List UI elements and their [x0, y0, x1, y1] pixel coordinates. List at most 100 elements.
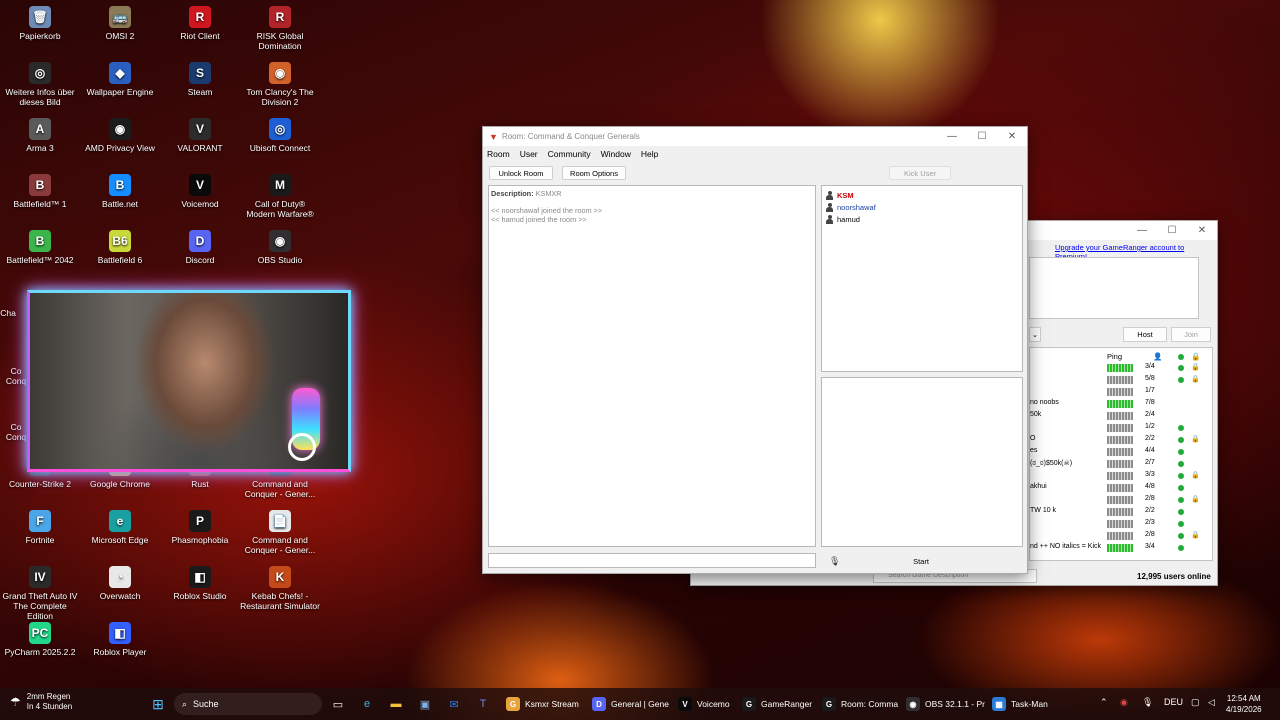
game-row[interactable]: no noobs 7/8 [1030, 398, 1212, 410]
user-row[interactable]: hamud [825, 213, 1019, 225]
room-titlebar[interactable]: ▼ Room: Command & Conquer Generals — ☐ ✕ [483, 127, 1027, 146]
taskbar-app[interactable]: G GameRanger [742, 694, 812, 714]
taskbar-app[interactable]: G Ksmxr Stream [506, 694, 579, 714]
desktop-icon[interactable]: ◆ Wallpaper Engine [80, 62, 160, 97]
microphone-icon[interactable]: 🎙 [829, 556, 840, 567]
tray-mic-icon[interactable]: 🎙 [1142, 697, 1153, 708]
desktop-icon[interactable]: R Riot Client [160, 6, 240, 41]
weather-widget[interactable]: ☂ 2mm Regen In 4 Stunden [10, 692, 72, 712]
desktop-icon[interactable]: P Phasmophobia [160, 510, 240, 545]
game-row[interactable]: 1/7 [1030, 386, 1212, 398]
game-row[interactable]: 2/3 [1030, 518, 1212, 530]
desktop-icon[interactable]: 📄 Command and Conquer - Gener... [240, 510, 320, 555]
kick-user-button[interactable]: Kick User [889, 166, 951, 180]
room-options-button[interactable]: Room Options [562, 166, 626, 180]
menu-help[interactable]: Help [641, 149, 658, 159]
join-button[interactable]: Join [1171, 327, 1211, 342]
chat-input[interactable] [488, 553, 816, 568]
taskbar-app[interactable]: ◉ OBS 32.1.1 - Pr [906, 694, 985, 714]
desktop-icon[interactable]: ◧ Roblox Studio [160, 566, 240, 601]
network-icon[interactable]: ▢ [1191, 697, 1200, 708]
language-indicator[interactable]: DEU [1164, 697, 1183, 707]
desktop-icon[interactable]: K Kebab Chefs! - Restaurant Simulator [240, 566, 320, 611]
desktop-icon[interactable]: ◉ OBS Studio [240, 230, 320, 265]
game-row[interactable]: 2/8 🔒 [1030, 494, 1212, 506]
close-icon[interactable]: ✕ [1187, 221, 1217, 240]
desktop-icon[interactable]: B6 Battlefield 6 [80, 230, 160, 265]
desktop-icon[interactable]: V VALORANT [160, 118, 240, 153]
maximize-icon[interactable]: ☐ [1157, 221, 1187, 240]
task-view-icon[interactable]: ▭ [330, 696, 346, 712]
tray-chevron-icon[interactable]: ⌃ [1100, 697, 1108, 708]
desktop-icon[interactable]: B Battle.net [80, 174, 160, 209]
dropdown-chevron-icon[interactable]: ⌄ [1029, 327, 1041, 342]
host-button[interactable]: Host [1123, 327, 1167, 342]
room-window[interactable]: ▼ Room: Command & Conquer Generals — ☐ ✕… [482, 126, 1028, 574]
game-row[interactable]: es 4/4 [1030, 446, 1212, 458]
desktop-icon[interactable]: ◎ Ubisoft Connect [240, 118, 320, 153]
status-column-icon[interactable] [1178, 354, 1184, 360]
desktop-icon[interactable]: M Call of Duty® Modern Warfare® [240, 174, 320, 219]
volume-icon[interactable]: ◁ [1208, 697, 1215, 708]
game-row[interactable]: 50k 2/4 [1030, 410, 1212, 422]
desktop-icon[interactable]: e Microsoft Edge [80, 510, 160, 545]
close-icon[interactable]: ✕ [997, 127, 1027, 146]
menu-community[interactable]: Community [548, 149, 591, 159]
tray-app-icon[interactable]: ◉ [1120, 697, 1128, 708]
start-button[interactable]: Start [904, 555, 938, 568]
clock[interactable]: 12:54 AM 4/19/2026 [1226, 693, 1262, 715]
maximize-icon[interactable]: ☐ [967, 127, 997, 146]
desktop-icon[interactable]: ◉ Tom Clancy's The Division 2 [240, 62, 320, 107]
desktop-icon[interactable]: IV Grand Theft Auto IV The Complete Editi… [0, 566, 80, 621]
game-row[interactable]: O 2/2 🔒 [1030, 434, 1212, 446]
edge-icon[interactable]: e [359, 696, 375, 712]
desktop-icon[interactable]: F Fortnite [0, 510, 80, 545]
taskbar-app[interactable]: ▦ Task-Man [992, 694, 1048, 714]
game-row[interactable]: 5/8 🔒 [1030, 374, 1212, 386]
game-row[interactable]: (ಠ_ಠ)$50k(☠) 2/7 [1030, 458, 1212, 470]
taskbar-search[interactable]: ⌕ Suche [174, 693, 322, 715]
desktop-icon[interactable]: 🚌 OMSI 2 [80, 6, 160, 41]
desktop-icon[interactable]: S Steam [160, 62, 240, 97]
user-list[interactable]: KSM noorshawaf hamud [821, 185, 1023, 372]
outlook-icon[interactable]: ✉ [446, 696, 462, 712]
file-explorer-icon[interactable]: ▬ [388, 696, 404, 712]
game-row[interactable]: TW 10 k 2/2 [1030, 506, 1212, 518]
game-row[interactable]: akhui 4/8 [1030, 482, 1212, 494]
windows-start-icon[interactable]: ⊞ [150, 696, 166, 712]
menu-window[interactable]: Window [601, 149, 631, 159]
players-column-icon[interactable]: 👤 [1153, 352, 1162, 361]
store-icon[interactable]: ▣ [417, 696, 433, 712]
minimize-icon[interactable]: — [937, 127, 967, 146]
game-row[interactable]: 3/4 🔒 [1030, 362, 1212, 374]
desktop-icon[interactable]: 🗑 Papierkorb [0, 6, 80, 41]
menu-room[interactable]: Room [487, 149, 510, 159]
desktop-icon[interactable]: B Battlefield™ 1 [0, 174, 80, 209]
taskbar-app[interactable]: V Voicemo [678, 694, 730, 714]
desktop-icon[interactable]: R RISK Global Domination [240, 6, 320, 51]
desktop-icon[interactable]: A Arma 3 [0, 118, 80, 153]
user-row[interactable]: KSM [825, 189, 1019, 201]
desktop-icon[interactable]: ◎ Weitere Infos über dieses Bild [0, 62, 80, 107]
game-row[interactable]: 1/2 [1030, 422, 1212, 434]
menu-user[interactable]: User [520, 149, 538, 159]
user-row[interactable]: noorshawaf [825, 201, 1019, 213]
game-row[interactable]: 3/3 🔒 [1030, 470, 1212, 482]
chat-log[interactable]: Description: KSMXR << noorshawaf joined … [488, 185, 816, 547]
taskbar-app[interactable]: G Room: Comma [822, 694, 898, 714]
teams-icon[interactable]: T [475, 696, 491, 712]
desktop-icon[interactable]: PC PyCharm 2025.2.2 [0, 622, 80, 657]
desktop-icon[interactable]: B Battlefield™ 2042 [0, 230, 80, 265]
game-row[interactable]: 2/8 🔒 [1030, 530, 1212, 542]
game-row[interactable]: nd ++ NO italics = Kick 3/4 [1030, 542, 1212, 554]
taskbar-app[interactable]: D General | Gene [592, 694, 669, 714]
ping-column-header[interactable]: Ping [1107, 352, 1122, 361]
unlock-room-button[interactable]: Unlock Room [489, 166, 553, 180]
desktop-icon[interactable]: ◔ Overwatch [80, 566, 160, 601]
game-list[interactable]: Ping 👤 🔒 3/4 🔒 5/8 🔒 1/7 no noobs 7/8 50k 2/4 1/2… [1029, 347, 1213, 561]
minimize-icon[interactable]: — [1127, 221, 1157, 240]
desktop-icon[interactable]: ◧ Roblox Player [80, 622, 160, 657]
lock-column-icon[interactable]: 🔒 [1191, 352, 1200, 361]
desktop-icon[interactable]: D Discord [160, 230, 240, 265]
desktop-icon[interactable]: V Voicemod [160, 174, 240, 209]
